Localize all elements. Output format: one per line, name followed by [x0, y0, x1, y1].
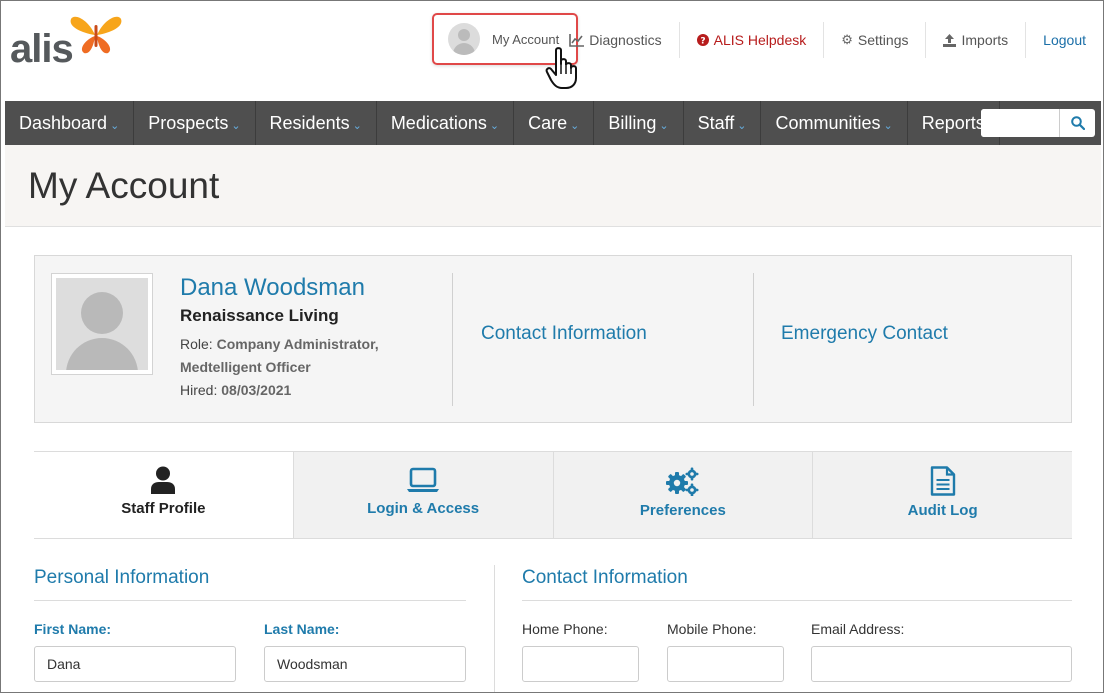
chevron-down-icon: ⌄	[659, 119, 669, 132]
tab-staff-profile[interactable]: Staff Profile	[34, 452, 294, 538]
chevron-down-icon: ⌄	[883, 119, 893, 132]
page-header: My Account	[5, 145, 1101, 227]
profile-organization: Renaissance Living	[180, 306, 339, 325]
page-title: My Account	[28, 165, 220, 206]
nav-item-billing[interactable]: Billing ⌄	[594, 101, 684, 145]
logout-label: Logout	[1043, 32, 1086, 48]
nav-label: Communities	[775, 112, 881, 133]
search-button[interactable]	[1059, 109, 1095, 137]
laptop-icon	[407, 467, 440, 492]
hired-value: 08/03/2021	[221, 382, 292, 398]
nav-label: Billing	[608, 112, 657, 133]
chevron-down-icon: ⌄	[737, 119, 747, 132]
document-icon	[930, 466, 955, 496]
section-divider	[34, 600, 466, 601]
search-icon	[1070, 116, 1085, 130]
nav-item-prospects[interactable]: Prospects ⌄	[134, 101, 256, 145]
user-placeholder-icon	[56, 278, 148, 370]
butterfly-logo-icon	[70, 16, 122, 54]
profile-role: Role: Company Administrator, Medtelligen…	[180, 333, 430, 379]
section-divider	[522, 600, 1072, 601]
line-chart-icon	[569, 33, 585, 47]
tab-preferences[interactable]: Preferences	[553, 452, 814, 538]
chevron-down-icon: ⌄	[110, 119, 120, 132]
gear-icon: ⚙	[841, 32, 853, 47]
last-name-field[interactable]	[264, 646, 466, 682]
chevron-down-icon: ⌄	[352, 119, 362, 132]
tab-label: Staff Profile	[121, 500, 206, 517]
email-field[interactable]	[811, 646, 1072, 682]
nav-label: Dashboard	[19, 112, 108, 133]
nav-label: Reports	[921, 112, 985, 133]
contact-information-link[interactable]: Contact Information	[481, 323, 647, 345]
divider	[452, 273, 453, 406]
user-icon	[151, 466, 176, 494]
first-name-label: First Name:	[34, 621, 112, 637]
question-circle-icon: ?	[696, 34, 709, 47]
settings-label: Settings	[857, 32, 909, 48]
contact-info-title: Contact Information	[522, 567, 688, 588]
tab-login-access[interactable]: Login & Access	[293, 452, 554, 538]
chevron-down-icon: ⌄	[231, 119, 241, 132]
personal-info-title: Personal Information	[34, 567, 210, 588]
logout-link[interactable]: Logout	[1026, 22, 1103, 58]
nav-item-care[interactable]: Care ⌄	[514, 101, 595, 145]
top-bar: alis My Account Diagnostics ? ALIS Helpd…	[1, 1, 1103, 89]
nav-item-residents[interactable]: Residents ⌄	[256, 101, 377, 145]
nav-item-medications[interactable]: Medications ⌄	[377, 101, 515, 145]
emergency-contact-link[interactable]: Emergency Contact	[781, 323, 948, 345]
first-name-field[interactable]	[34, 646, 236, 682]
diagnostics-link[interactable]: Diagnostics	[552, 22, 680, 58]
role-label: Role:	[180, 336, 213, 352]
nav-label: Residents	[269, 112, 350, 133]
tab-audit-log[interactable]: Audit Log	[813, 452, 1072, 538]
settings-link[interactable]: ⚙ Settings	[824, 22, 927, 58]
imports-label: Imports	[961, 32, 1009, 48]
svg-text:?: ?	[700, 37, 705, 47]
profile-card: Dana Woodsman Renaissance Living Role: C…	[34, 255, 1072, 423]
profile-photo	[51, 273, 153, 375]
search-input[interactable]	[981, 109, 1059, 137]
nav-label: Prospects	[148, 112, 229, 133]
tab-label: Login & Access	[367, 500, 480, 517]
nav-label: Medications	[390, 112, 487, 133]
home-phone-field[interactable]	[522, 646, 639, 682]
my-account-label: My Account	[492, 31, 560, 47]
chevron-down-icon: ⌄	[570, 119, 580, 132]
nav-item-communities[interactable]: Communities ⌄	[761, 101, 908, 145]
nav-label: Care	[528, 112, 568, 133]
logo-text: alis	[10, 27, 74, 71]
helpdesk-link[interactable]: ? ALIS Helpdesk	[680, 22, 825, 58]
nav-search	[981, 109, 1095, 137]
profile-hired: Hired: 08/03/2021	[180, 382, 291, 398]
top-links: Diagnostics ? ALIS Helpdesk ⚙ Settings I…	[552, 21, 1103, 59]
nav-item-dashboard[interactable]: Dashboard ⌄	[5, 101, 135, 145]
nav-item-staff[interactable]: Staff ⌄	[684, 101, 762, 145]
tab-label: Preferences	[639, 502, 726, 519]
column-divider	[494, 565, 495, 692]
last-name-label: Last Name:	[264, 621, 340, 637]
email-label: Email Address:	[811, 621, 905, 637]
diagnostics-label: Diagnostics	[589, 32, 662, 48]
alis-logo[interactable]: alis	[10, 13, 122, 71]
main-nav: Dashboard ⌄ Prospects ⌄ Residents ⌄ Medicat…	[5, 101, 1101, 145]
nav-label: Staff	[697, 112, 735, 133]
profile-tabs: Staff Profile Login & Access Preferences…	[34, 451, 1072, 539]
helpdesk-label: ALIS Helpdesk	[713, 32, 807, 48]
profile-name: Dana Woodsman	[180, 274, 365, 301]
hired-label: Hired:	[180, 382, 218, 398]
gears-icon	[665, 467, 699, 496]
divider	[753, 273, 754, 406]
app-window: alis My Account Diagnostics ? ALIS Helpd…	[0, 0, 1104, 693]
tab-label: Audit Log	[907, 502, 978, 519]
mobile-phone-label: Mobile Phone:	[667, 621, 757, 637]
upload-icon	[943, 33, 957, 47]
mobile-phone-field[interactable]	[667, 646, 784, 682]
avatar	[448, 23, 480, 55]
imports-link[interactable]: Imports	[926, 22, 1027, 58]
chevron-down-icon: ⌄	[489, 119, 500, 132]
home-phone-label: Home Phone:	[522, 621, 608, 637]
